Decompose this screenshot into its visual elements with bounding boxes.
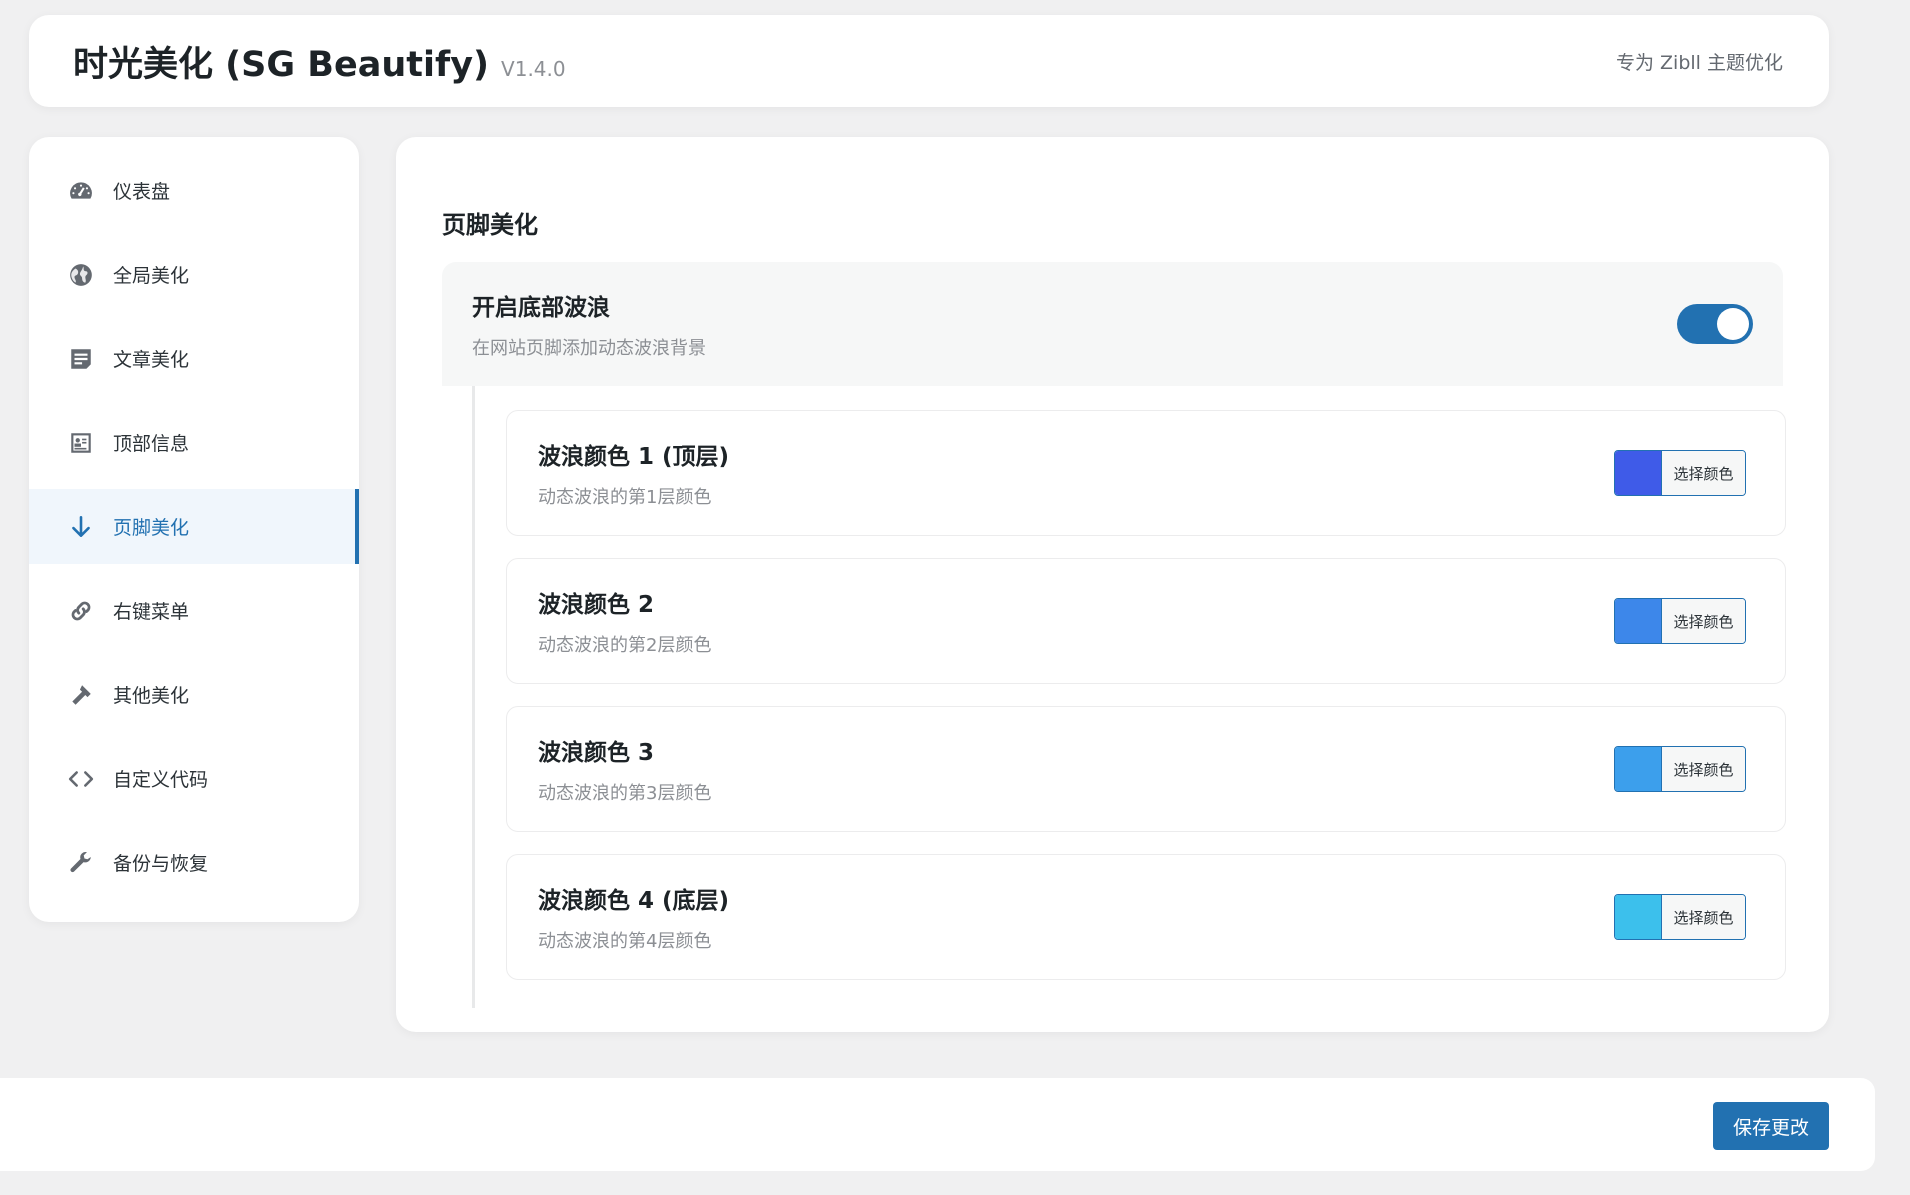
- sidebar-item-label: 页脚美化: [113, 517, 190, 539]
- wave-enable-text: 开启底部波浪 在网站页脚添加动态波浪背景: [472, 288, 706, 360]
- color-swatch: [1615, 599, 1661, 643]
- dashboard-icon: [67, 177, 95, 205]
- color-picker-label: 选择颜色: [1661, 599, 1745, 643]
- sidebar-item-label: 文章美化: [113, 349, 190, 371]
- wave-color-desc: 动态波浪的第2层颜色: [538, 635, 712, 656]
- wave-color-text: 波浪颜色 4 (底层) 动态波浪的第4层颜色: [538, 881, 729, 953]
- color-picker-button[interactable]: 选择颜色: [1614, 746, 1746, 792]
- wave-color-desc: 动态波浪的第4层颜色: [538, 931, 712, 952]
- link-icon: [67, 597, 95, 625]
- sidebar-item-backup[interactable]: 备份与恢复: [29, 825, 359, 900]
- wave-color-desc: 动态波浪的第1层颜色: [538, 487, 712, 508]
- app-header: 时光美化 (SG Beautify) V1.4.0 专为 Zibll 主题优化: [29, 15, 1829, 107]
- wave-color-row: 波浪颜色 4 (底层) 动态波浪的第4层颜色 选择颜色: [506, 854, 1786, 980]
- sidebar-item-topinfo[interactable]: 顶部信息: [29, 405, 359, 480]
- color-swatch: [1615, 895, 1661, 939]
- sidebar-item-label: 仪表盘: [113, 181, 171, 203]
- sidebar-item-footer[interactable]: 页脚美化: [29, 489, 359, 564]
- color-picker-label: 选择颜色: [1661, 451, 1745, 495]
- color-picker-label: 选择颜色: [1661, 747, 1745, 791]
- wave-enable-label: 开启底部波浪: [472, 295, 610, 321]
- footer-save-bar: 保存更改: [0, 1078, 1875, 1171]
- wave-color-label: 波浪颜色 2: [538, 592, 655, 618]
- code-icon: [67, 765, 95, 793]
- title-group: 时光美化 (SG Beautify) V1.4.0: [73, 36, 566, 87]
- sidebar-item-global[interactable]: 全局美化: [29, 237, 359, 312]
- sidebar-item-label: 其他美化: [113, 685, 190, 707]
- wave-color-text: 波浪颜色 3 动态波浪的第3层颜色: [538, 733, 711, 805]
- toggle-knob: [1717, 308, 1749, 340]
- wave-color-label: 波浪颜色 1 (顶层): [538, 444, 730, 470]
- wave-color-group: 波浪颜色 1 (顶层) 动态波浪的第1层颜色 选择颜色 波浪颜色 2 动态波浪的…: [472, 386, 1786, 1008]
- id-card-icon: [67, 429, 95, 457]
- sidebar-item-label: 右键菜单: [113, 601, 190, 623]
- sidebar-item-label: 全局美化: [113, 265, 190, 287]
- color-picker-label: 选择颜色: [1661, 895, 1745, 939]
- header-subtitle: 专为 Zibll 主题优化: [1616, 51, 1783, 74]
- wave-color-row: 波浪颜色 1 (顶层) 动态波浪的第1层颜色 选择颜色: [506, 410, 1786, 536]
- wave-color-text: 波浪颜色 1 (顶层) 动态波浪的第1层颜色: [538, 437, 729, 509]
- app-version: V1.4.0: [501, 56, 566, 81]
- sidebar-item-other[interactable]: 其他美化: [29, 657, 359, 732]
- color-picker-button[interactable]: 选择颜色: [1614, 894, 1746, 940]
- sidebar-item-post[interactable]: 文章美化: [29, 321, 359, 396]
- arrow-down-icon: [67, 513, 95, 541]
- save-button[interactable]: 保存更改: [1713, 1102, 1829, 1150]
- globe-icon: [67, 261, 95, 289]
- sidebar-item-label: 顶部信息: [113, 433, 190, 455]
- sidebar-item-context-menu[interactable]: 右键菜单: [29, 573, 359, 648]
- app-title: 时光美化 (SG Beautify): [73, 44, 490, 85]
- hammer-icon: [67, 681, 95, 709]
- wave-color-label: 波浪颜色 4 (底层): [538, 888, 730, 914]
- sidebar-item-custom-code[interactable]: 自定义代码: [29, 741, 359, 816]
- section-title: 页脚美化: [442, 211, 538, 239]
- wrench-icon: [67, 849, 95, 877]
- main-panel: 页脚美化 开启底部波浪 在网站页脚添加动态波浪背景 波浪颜色 1 (顶层) 动态…: [396, 137, 1829, 1032]
- wave-enable-desc: 在网站页脚添加动态波浪背景: [472, 338, 706, 359]
- sidebar: 仪表盘 全局美化 文章美化 顶部信息 页脚美化 右键菜单 其他美化 自定义代码 …: [29, 137, 359, 922]
- color-swatch: [1615, 747, 1661, 791]
- color-swatch: [1615, 451, 1661, 495]
- wave-color-desc: 动态波浪的第3层颜色: [538, 783, 712, 804]
- wave-color-row: 波浪颜色 3 动态波浪的第3层颜色 选择颜色: [506, 706, 1786, 832]
- wave-color-text: 波浪颜色 2 动态波浪的第2层颜色: [538, 585, 711, 657]
- wave-color-label: 波浪颜色 3: [538, 740, 655, 766]
- color-picker-button[interactable]: 选择颜色: [1614, 598, 1746, 644]
- sidebar-item-label: 备份与恢复: [113, 853, 209, 875]
- color-picker-button[interactable]: 选择颜色: [1614, 450, 1746, 496]
- wave-enable-toggle[interactable]: [1677, 304, 1753, 344]
- document-icon: [67, 345, 95, 373]
- wave-enable-row: 开启底部波浪 在网站页脚添加动态波浪背景: [442, 262, 1783, 386]
- sidebar-item-dashboard[interactable]: 仪表盘: [29, 153, 359, 228]
- wave-color-row: 波浪颜色 2 动态波浪的第2层颜色 选择颜色: [506, 558, 1786, 684]
- sidebar-item-label: 自定义代码: [113, 769, 209, 791]
